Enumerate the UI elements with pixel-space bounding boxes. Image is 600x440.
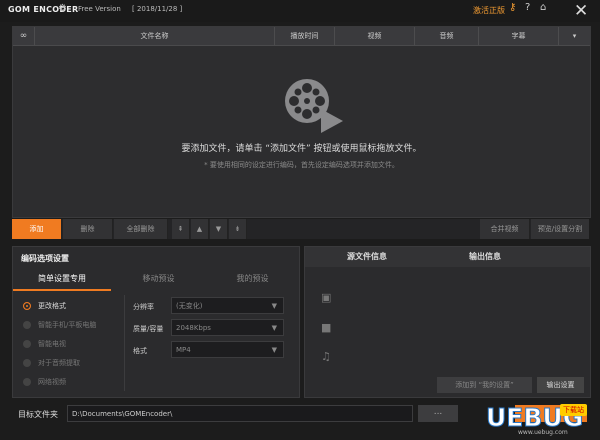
radio-label: 网络视频 [38,378,66,386]
radio-label: 对于音频提取 [38,359,80,367]
remove-all-button[interactable]: 全部删除 [114,219,168,239]
radio-dot [23,340,31,348]
move-bottom-icon[interactable]: ⇟ [229,219,247,239]
watermark-site: www.uebug.com [518,429,568,436]
resolution-select[interactable]: (无变化) ▼ [171,297,284,314]
column-menu-icon[interactable]: ▾ [559,27,590,45]
file-list-header: ∞ 文件名称 播放时间 视频 音频 字幕 ▾ [13,27,590,46]
column-duration[interactable]: 播放时间 [275,27,335,45]
home-icon[interactable]: ⌂ [540,2,546,13]
preview-settings-button[interactable]: 预览/设置分割 [531,219,589,239]
radio-label: 更改格式 [38,302,66,310]
title-bar: GOM ENCODER ⚙ Free Version [ 2018/11/28 … [0,0,600,22]
radio-smart-tv[interactable]: 智能电视 [23,339,143,351]
radio-label: 智能电视 [38,340,66,348]
format-value: MP4 [176,346,191,354]
format-select[interactable]: MP4 ▼ [171,341,284,358]
file-toolbar: 添加 删除 全部删除 ⇞ ▲ ▼ ⇟ 合并视频 预览/设置分割 [12,219,589,239]
save-icon: ▣ [321,291,332,304]
radio-smartphone[interactable]: 智能手机/平板电脑 [23,320,143,332]
column-audio[interactable]: 音频 [415,27,479,45]
gear-icon[interactable]: ⚙ [58,3,67,14]
quality-select[interactable]: 2048Kbps ▼ [171,319,284,336]
quality-label: 质量/容量 [133,325,164,333]
output-settings-button[interactable]: 输出设置 [537,377,584,393]
panel-title: 编码选项设置 [21,254,69,263]
tab-my-presets[interactable]: 我的预设 [206,269,299,289]
radio-dot [23,359,31,367]
radio-audio-extract[interactable]: 对于音频提取 [23,358,143,370]
column-video[interactable]: 视频 [335,27,415,45]
column-filename[interactable]: 文件名称 [35,27,275,45]
empty-state-hint: * 要使用相同的设定进行编码，首先设定编码选项并添加文件。 [204,161,399,169]
move-up-icon[interactable]: ▲ [191,219,209,239]
file-list[interactable]: ∞ 文件名称 播放时间 视频 音频 字幕 ▾ 要添加文件，请单击 “添加文件” … [12,26,591,218]
encode-options-panel: 编码选项设置 简单设置专用 移动预设 我的预设 更改格式 智能手机/平板电脑 智… [12,246,300,398]
build-date: [ 2018/11/28 ] [132,5,183,13]
music-note-icon: ♫ [321,350,331,363]
format-label: 格式 [133,347,147,355]
options-tabs: 简单设置专用 移动预设 我的预设 [13,269,299,291]
tab-source-info[interactable]: 源文件信息 [347,247,387,267]
film-reel-icon [285,79,343,133]
video-camera-icon: ■ [321,321,332,334]
info-tabs: 源文件信息 输出信息 [305,247,590,267]
merge-video-button[interactable]: 合并视频 [480,219,530,239]
uebug-watermark: UEBUG 下载站 www.uebug.com [452,399,600,440]
quality-value: 2048Kbps [176,324,211,332]
add-button[interactable]: 添加 [12,219,62,239]
radio-change-format[interactable]: 更改格式 [23,301,143,313]
move-down-icon[interactable]: ▼ [210,219,228,239]
move-top-icon[interactable]: ⇞ [172,219,190,239]
watermark-badge: 下载站 [560,404,587,416]
add-to-my-settings-button[interactable]: 添加到 “我的设置” [437,377,532,393]
divider [124,295,125,391]
target-folder-input[interactable]: D:\Documents\GOMEncoder\ [67,405,413,422]
radio-dot [23,321,31,329]
resolution-value: (无变化) [176,302,203,310]
target-folder-label: 目标文件夹 [18,410,58,419]
activate-link[interactable]: 激活正版 [473,5,505,16]
tab-simple[interactable]: 简单设置专用 [13,269,111,291]
close-icon[interactable]: ✕ [574,2,588,20]
column-subtitle[interactable]: 字幕 [479,27,559,45]
radio-dot [23,378,31,386]
tab-mobile-presets[interactable]: 移动预设 [111,269,206,289]
radio-label: 智能手机/平板电脑 [38,321,97,329]
radio-web-video[interactable]: 网络视频 [23,377,143,389]
chevron-down-icon: ▼ [271,324,277,332]
key-icon[interactable]: ⚷ [509,2,516,13]
tab-output-info[interactable]: 输出信息 [469,247,501,267]
file-info-panel: 源文件信息 输出信息 ▣ ■ ♫ 添加到 “我的设置” 输出设置 [304,246,591,398]
version-label: Free Version [78,5,121,13]
chevron-down-icon: ▼ [271,302,277,310]
link-icon[interactable]: ∞ [13,27,35,45]
remove-button[interactable]: 删除 [63,219,113,239]
resolution-label: 分辨率 [133,303,154,311]
chevron-down-icon: ▼ [271,346,277,354]
radio-dot [23,302,31,310]
help-icon[interactable]: ? [525,2,530,13]
app-logo: GOM ENCODER [8,5,79,14]
empty-state-title: 要添加文件，请单击 “添加文件” 按钮或使用鼠标拖放文件。 [181,144,422,154]
